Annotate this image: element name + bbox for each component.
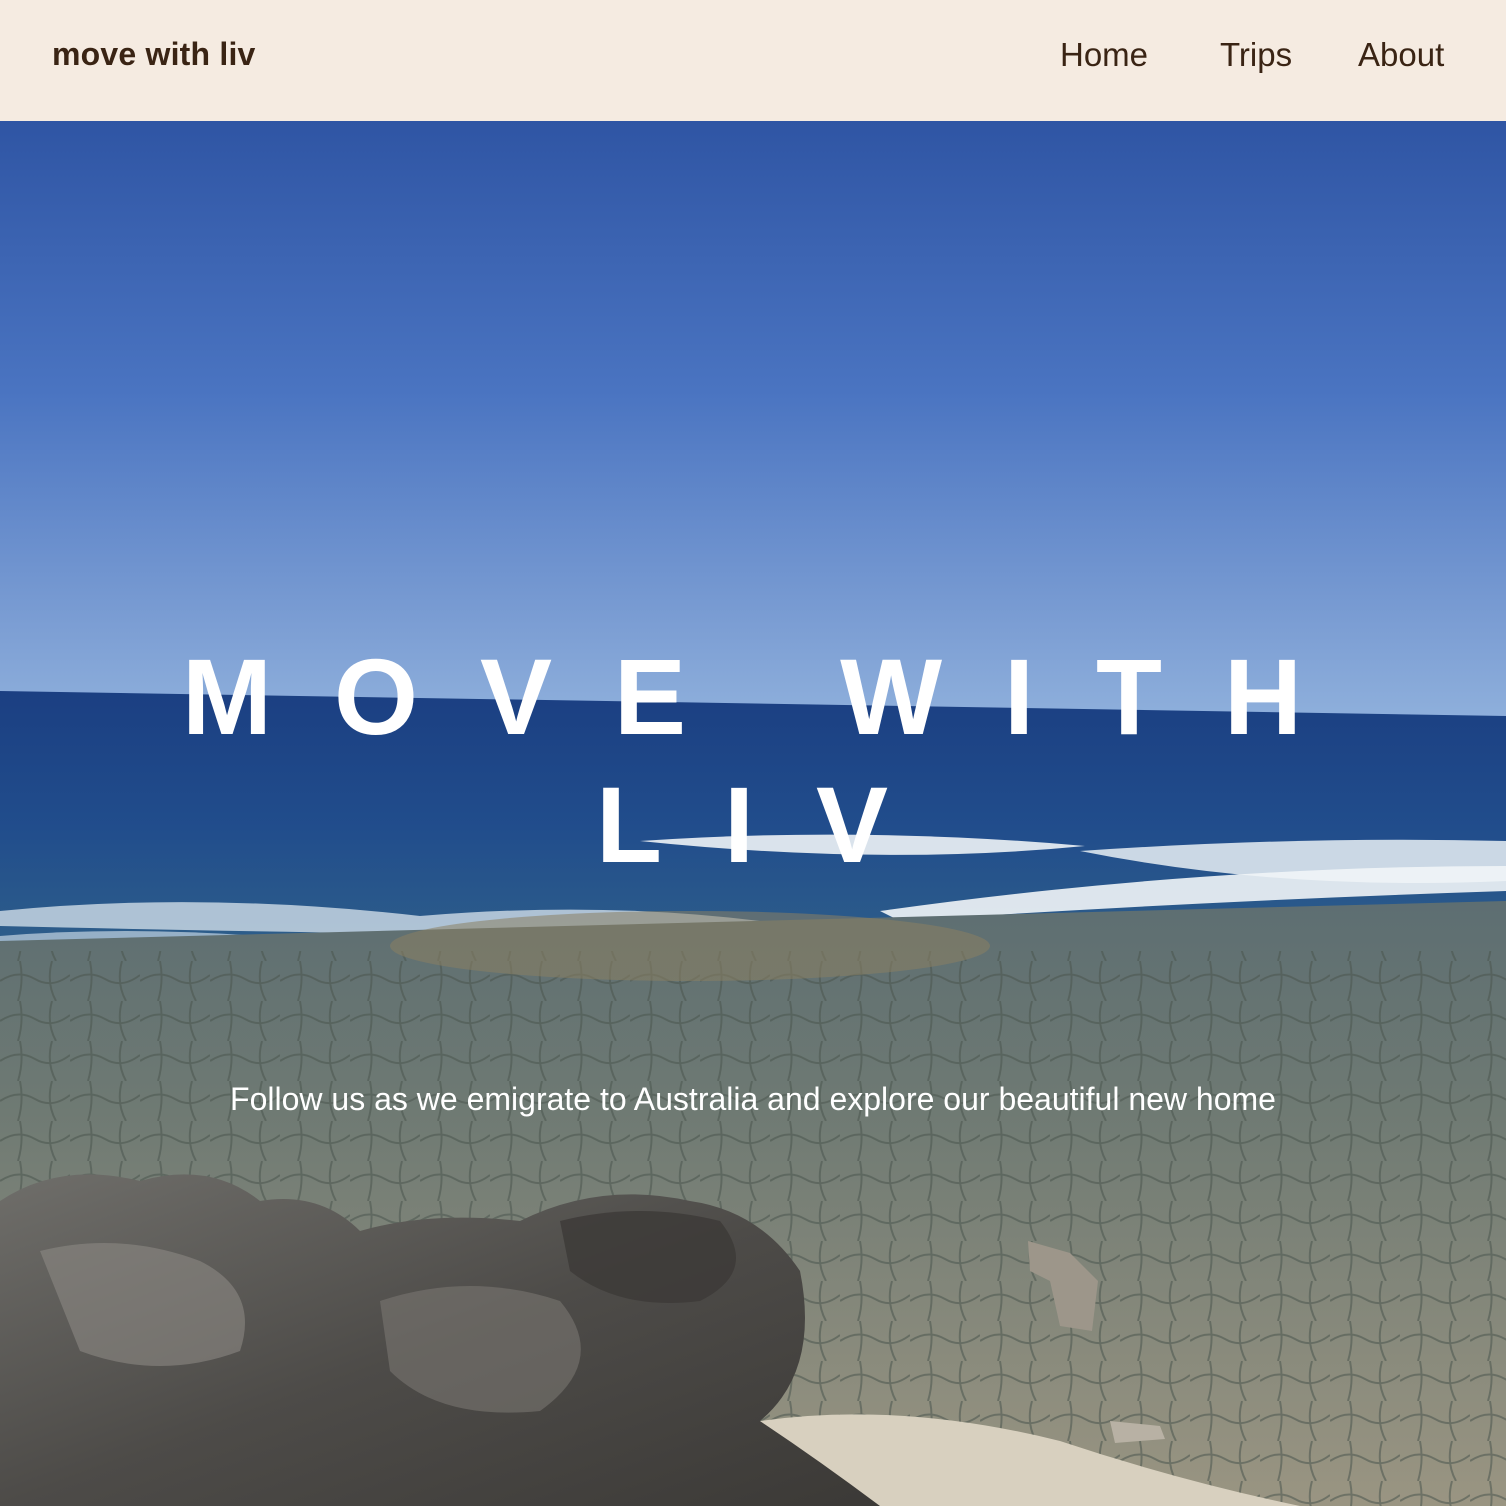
hero-tagline: Follow us as we emigrate to Australia an… — [230, 1081, 1276, 1117]
nav-link-home[interactable]: Home — [1060, 35, 1148, 75]
hero-title: MOVE WITH LIV — [182, 636, 1364, 886]
nav-link-trips[interactable]: Trips — [1220, 35, 1292, 75]
navbar: move with liv Home Trips About — [0, 0, 1506, 121]
brand-logo-link[interactable]: move with liv — [52, 34, 256, 74]
page: move with liv Home Trips About MOVE WITH… — [0, 0, 1506, 1506]
hero-section: MOVE WITH LIV Follow us as we emigrate t… — [0, 121, 1506, 1506]
nav-link-about[interactable]: About — [1358, 35, 1444, 75]
